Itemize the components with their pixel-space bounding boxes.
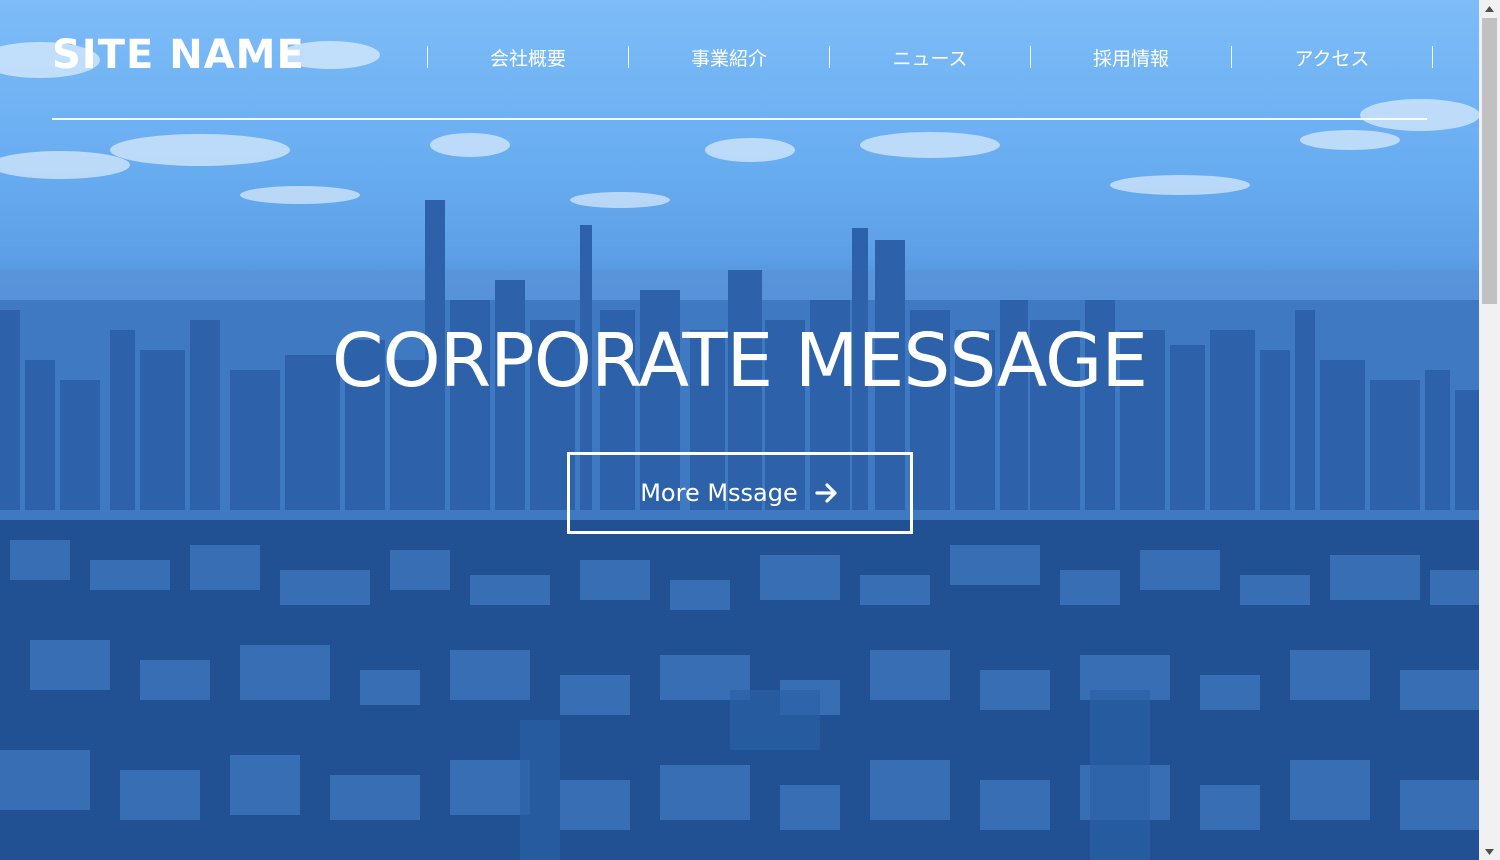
nav-item-company[interactable]: 会社概要: [427, 46, 628, 70]
site-logo[interactable]: SITE NAME: [52, 32, 305, 78]
arrow-right-icon: [815, 483, 837, 503]
scroll-up-icon[interactable]: [1479, 0, 1500, 17]
vertical-scrollbar[interactable]: [1479, 0, 1500, 860]
more-message-button[interactable]: More Mssage: [567, 452, 913, 534]
hero-title: CORPORATE MESSAGE: [331, 318, 1148, 404]
nav-item-access[interactable]: アクセス: [1231, 46, 1433, 70]
nav-item-business[interactable]: 事業紹介: [628, 46, 829, 70]
nav-item-news[interactable]: ニュース: [829, 46, 1030, 70]
hero-background-image: [0, 0, 1479, 860]
scrollbar-thumb[interactable]: [1482, 18, 1497, 304]
site-header: SITE NAME 会社概要 事業紹介 ニュース 採用情報 アクセス: [52, 30, 1433, 120]
city-skyline-image: [0, 41, 1479, 860]
nav-item-recruit[interactable]: 採用情報: [1030, 46, 1231, 70]
more-message-label: More Mssage: [640, 479, 798, 507]
global-nav: 会社概要 事業紹介 ニュース 採用情報 アクセス: [427, 46, 1433, 70]
scroll-down-icon[interactable]: [1479, 843, 1500, 860]
